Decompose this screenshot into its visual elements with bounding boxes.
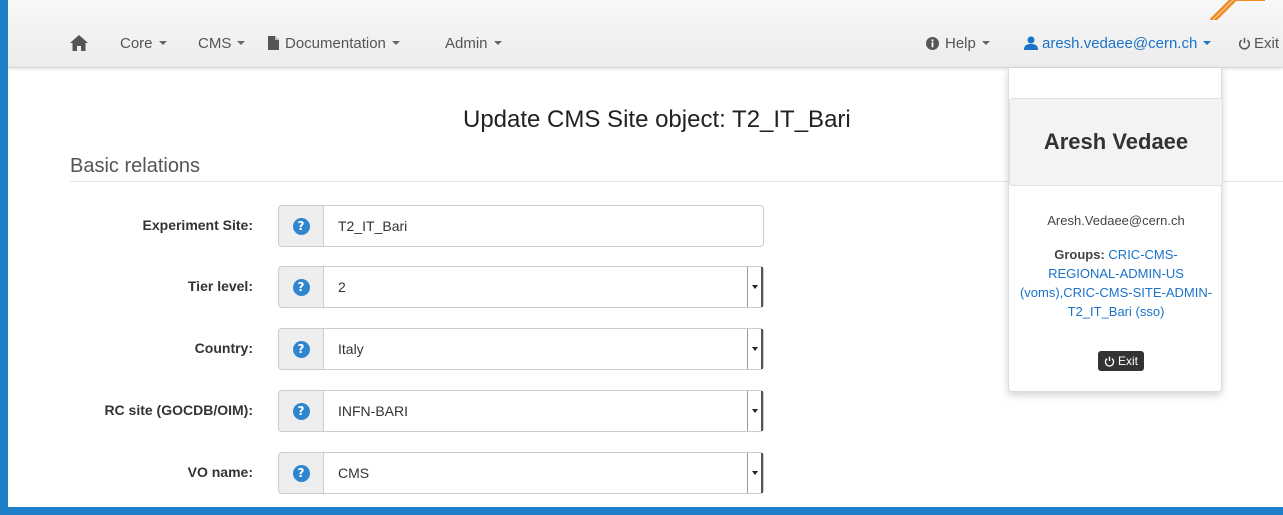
field-label: VO name: (187, 464, 253, 480)
form-row-vo-name: VO name: ? CMS (8, 452, 768, 494)
section-title: Basic relations (70, 155, 201, 177)
annotation-arrow-icon (1210, 0, 1265, 20)
menu-admin-label: Admin (445, 34, 488, 52)
menu-core-label: Core (120, 34, 153, 52)
field-label: Tier level: (187, 278, 253, 294)
menu-cms[interactable]: CMS (198, 33, 246, 53)
power-icon (1238, 37, 1251, 50)
field-label: RC site (GOCDB/OIM): (104, 402, 253, 418)
chevron-down-icon (1203, 41, 1212, 45)
help-button[interactable]: ? (278, 266, 323, 308)
exit-button[interactable]: Exit (1098, 351, 1145, 371)
chevron-down-icon (747, 391, 763, 431)
question-icon: ? (292, 217, 310, 235)
user-email: Aresh.Vedaee@cern.ch (1047, 213, 1185, 228)
help-button[interactable]: ? (278, 328, 323, 370)
browser-frame: Core CMS Documentation Admin Help aresh.… (8, 0, 1283, 507)
chevron-down-icon (747, 267, 763, 307)
rc-site-select[interactable]: INFN-BARI (323, 390, 764, 432)
question-icon: ? (292, 278, 310, 296)
document-icon (268, 36, 279, 50)
top-navbar: Core CMS Documentation Admin Help aresh.… (8, 0, 1283, 68)
country-select[interactable]: Italy (323, 328, 764, 370)
user-groups: Groups: CRIC-CMS-REGIONAL-ADMIN-US (voms… (1019, 245, 1213, 321)
question-icon: ? (292, 340, 310, 358)
vo-name-select[interactable]: CMS (323, 452, 764, 494)
question-icon: ? (292, 402, 310, 420)
field-value: 2 (338, 279, 346, 295)
question-icon: ? (292, 464, 310, 482)
chevron-down-icon (747, 329, 763, 369)
field-value: CMS (338, 465, 370, 481)
home-link[interactable] (70, 33, 88, 53)
exit-link[interactable]: Exit (1238, 33, 1279, 53)
field-value: T2_IT_Bari (338, 218, 408, 234)
menu-cms-label: CMS (198, 34, 232, 52)
user-menu[interactable]: aresh.vedaee@cern.ch (1024, 33, 1212, 53)
power-icon (1104, 356, 1115, 367)
menu-core[interactable]: Core (120, 33, 167, 53)
user-icon (1024, 36, 1038, 50)
field-value: INFN-BARI (338, 403, 408, 419)
user-dropdown: Aresh Vedaee Aresh.Vedaee@cern.ch Groups… (1008, 68, 1223, 392)
chevron-down-icon (493, 41, 502, 45)
form-row-country: Country: ? Italy (8, 328, 768, 370)
info-icon (926, 36, 939, 50)
help-button[interactable]: ? (278, 452, 323, 494)
menu-help-label: Help (945, 34, 976, 52)
experiment-site-input[interactable]: T2_IT_Bari (323, 205, 764, 247)
page-title: Update CMS Site object: T2_IT_Bari (463, 106, 851, 133)
form-row-rc-site: RC site (GOCDB/OIM): ? INFN-BARI (8, 390, 768, 432)
menu-admin[interactable]: Admin (445, 33, 502, 53)
help-button[interactable]: ? (278, 390, 323, 432)
groups-label: Groups: (1054, 247, 1105, 262)
user-menu-label: aresh.vedaee@cern.ch (1042, 34, 1198, 52)
field-label: Experiment Site: (142, 217, 253, 233)
groups-value[interactable]: CRIC-CMS-REGIONAL-ADMIN-US (voms),CRIC-C… (1020, 247, 1212, 319)
chevron-down-icon (237, 41, 246, 45)
home-icon (70, 35, 88, 51)
menu-documentation[interactable]: Documentation (268, 33, 400, 53)
menu-documentation-label: Documentation (285, 34, 386, 52)
form-row-tier-level: Tier level: ? 2 (8, 266, 768, 308)
exit-button-label: Exit (1118, 354, 1139, 368)
chevron-down-icon (391, 41, 400, 45)
menu-help[interactable]: Help (926, 33, 990, 53)
form-row-experiment-site: Experiment Site: ? T2_IT_Bari (8, 205, 768, 247)
chevron-down-icon (158, 41, 167, 45)
exit-link-label: Exit (1254, 34, 1280, 52)
tier-level-select[interactable]: 2 (323, 266, 764, 308)
help-button[interactable]: ? (278, 205, 323, 247)
chevron-down-icon (747, 453, 763, 493)
field-value: Italy (338, 341, 364, 357)
user-full-name: Aresh Vedaee (1009, 98, 1223, 186)
field-label: Country: (194, 340, 253, 356)
chevron-down-icon (981, 41, 990, 45)
